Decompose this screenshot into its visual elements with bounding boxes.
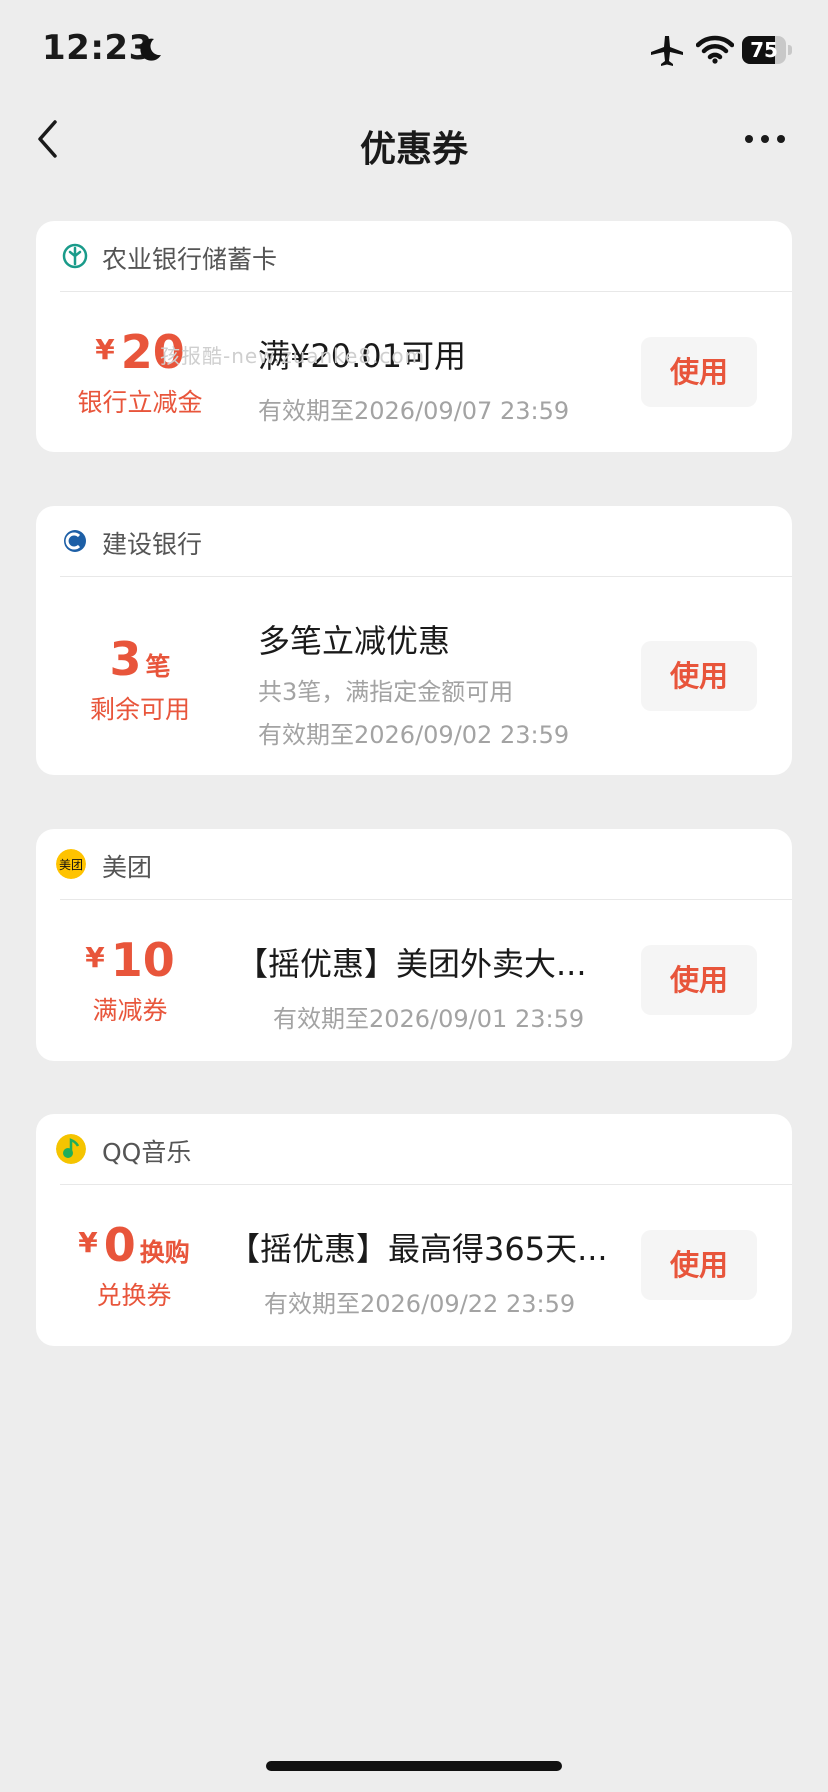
coupon-card: 美团 美团 ¥10 满减券 【摇优惠】美团外卖大... 有效期至2026/09/…: [36, 829, 792, 1061]
qq-music-logo-icon: [56, 1134, 86, 1164]
ccb-bank-logo-icon: [64, 530, 86, 552]
coupon-value: 3笔 剩余可用: [70, 632, 210, 726]
coupon-unit: 笔: [145, 652, 171, 681]
coupon-card: 农业银行储蓄卡 ¥20 银行立减金 满¥20.01可用 有效期至2026/09/…: [36, 221, 792, 452]
use-coupon-button[interactable]: 使用: [641, 1230, 757, 1300]
coupon-expiry: 有效期至2026/09/22 23:59: [264, 1290, 576, 1318]
coupon-description: 共3笔，满指定金额可用: [258, 678, 514, 706]
coupon-expiry: 有效期至2026/09/02 23:59: [258, 721, 570, 749]
merchant-name: 农业银行储蓄卡: [102, 245, 278, 274]
coupon-info: 【摇优惠】美团外卖大... 有效期至2026/09/01 23:59: [236, 939, 626, 1034]
card-header: QQ音乐: [56, 1114, 792, 1185]
coupon-amount: 0: [103, 1218, 136, 1272]
coupon-type-label: 兑换券: [96, 1281, 172, 1310]
battery-indicator: 75: [742, 36, 792, 64]
use-coupon-button[interactable]: 使用: [641, 945, 757, 1015]
use-coupon-button[interactable]: 使用: [641, 641, 757, 711]
coupon-card: QQ音乐 ¥0 换购 兑换券 【摇优惠】最高得365天... 有效期至2026/0…: [36, 1114, 792, 1346]
merchant-name: 美团: [102, 853, 153, 882]
card-header: 美团 美团: [56, 829, 792, 900]
card-header: 农业银行储蓄卡: [60, 221, 792, 292]
coupon-amount: 3: [109, 632, 142, 686]
coupon-card: 建设银行 3笔 剩余可用 多笔立减优惠 共3笔，满指定金额可用 有效期至2026…: [36, 506, 792, 775]
coupon-expiry: 有效期至2026/09/07 23:59: [258, 397, 570, 425]
battery-level: 75: [750, 38, 778, 62]
coupon-info: 【摇优惠】最高得365天... 有效期至2026/09/22 23:59: [228, 1224, 626, 1319]
currency-symbol: ¥: [85, 941, 105, 974]
currency-symbol: ¥: [78, 1226, 98, 1259]
card-header: 建设银行: [60, 506, 792, 577]
coupon-amount: 10: [110, 933, 175, 987]
meituan-logo-icon: 美团: [56, 849, 86, 879]
coupon-title: 【摇优惠】美团外卖大...: [236, 945, 587, 983]
abc-bank-logo-icon: [62, 243, 88, 269]
moon-icon: [140, 38, 161, 61]
use-coupon-button[interactable]: 使用: [641, 337, 757, 407]
coupon-expiry: 有效期至2026/09/01 23:59: [273, 1005, 585, 1033]
nav-bar: 优惠券: [0, 100, 828, 190]
more-options-icon[interactable]: [740, 124, 790, 154]
coupon-type-label: 银行立减金: [77, 388, 203, 417]
coupon-value: ¥0 换购 兑换券: [64, 1218, 204, 1312]
page-title: 优惠券: [359, 129, 468, 170]
watermark-text: 孩报酷-new.zuanke8.com: [160, 344, 426, 368]
coupon-type-label: 剩余可用: [89, 695, 190, 724]
wifi-icon: [696, 35, 734, 64]
coupon-title: 【摇优惠】最高得365天...: [228, 1230, 608, 1268]
coupon-type-label: 满减券: [92, 996, 168, 1025]
merchant-name: QQ音乐: [102, 1138, 192, 1167]
coupon-info: 多笔立减优惠 共3笔，满指定金额可用 有效期至2026/09/02 23:59: [258, 616, 618, 750]
home-indicator[interactable]: [266, 1761, 562, 1771]
merchant-name: 建设银行: [102, 530, 203, 559]
status-bar: 12:23 75: [0, 0, 828, 100]
currency-symbol: ¥: [95, 333, 115, 366]
coupon-value: ¥10 满减券: [80, 933, 180, 1027]
coupon-title: 多笔立减优惠: [258, 622, 451, 660]
coupon-unit: 换购: [139, 1238, 190, 1267]
svg-text:美团: 美团: [59, 858, 83, 872]
airplane-icon: [651, 36, 683, 66]
